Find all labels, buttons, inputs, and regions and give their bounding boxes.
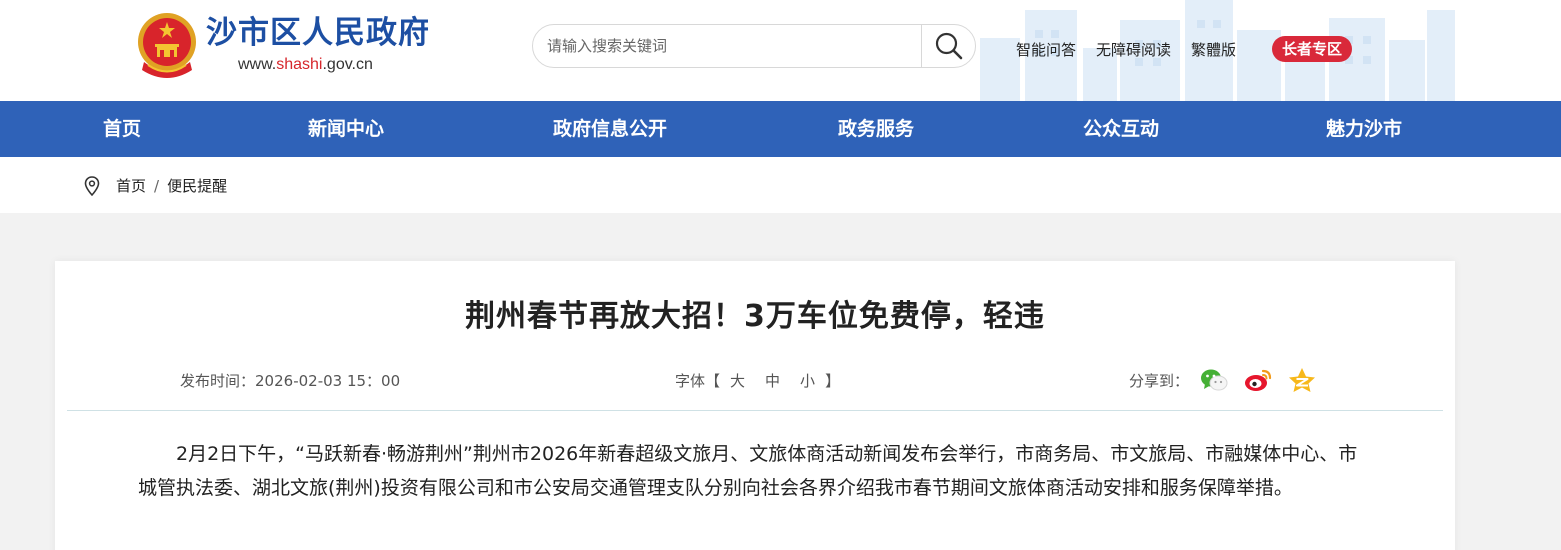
article-card: 荆州春节再放大招！3万车位免费停，轻违 发布时间：2026-02-03 15：0… xyxy=(55,261,1455,550)
breadcrumb-separator: / xyxy=(154,176,160,195)
publish-label: 发布时间： xyxy=(180,372,256,390)
location-pin-icon xyxy=(84,175,100,196)
publish-time: 2026-02-03 15：00 xyxy=(255,372,401,390)
wechat-icon[interactable] xyxy=(1199,366,1229,394)
nav-item-charming-shashi[interactable]: 魅力沙市 xyxy=(1326,101,1402,157)
link-smart-qa[interactable]: 智能问答 xyxy=(1016,39,1076,60)
link-traditional-chinese[interactable]: 繁體版 xyxy=(1191,39,1236,60)
site-header: 沙市区人民政府 www.shashi.gov.cn 智能问答 无障碍阅读 繁體版… xyxy=(0,0,1561,101)
article-title: 荆州春节再放大招！3万车位免费停，轻违 xyxy=(465,299,1045,334)
site-logo[interactable]: 沙市区人民政府 www.shashi.gov.cn xyxy=(134,10,430,78)
search-box xyxy=(532,24,976,68)
breadcrumb: 首页 / 便民提醒 xyxy=(84,175,227,196)
breadcrumb-home-link[interactable]: 首页 xyxy=(116,175,146,196)
font-size-control: 字体【大 中 小】 xyxy=(675,370,840,391)
qzone-icon[interactable] xyxy=(1287,366,1317,394)
site-url: www.shashi.gov.cn xyxy=(238,55,373,73)
weibo-icon[interactable] xyxy=(1243,366,1273,394)
font-size-close: 】 xyxy=(825,372,841,390)
nav-item-news[interactable]: 新闻中心 xyxy=(308,101,384,157)
search-button[interactable] xyxy=(921,25,976,67)
search-icon xyxy=(935,32,963,60)
search-input[interactable] xyxy=(533,25,921,67)
national-emblem-icon xyxy=(138,13,196,78)
meta-divider xyxy=(67,410,1443,411)
nav-item-home[interactable]: 首页 xyxy=(103,101,141,157)
nav-item-gov-info[interactable]: 政府信息公开 xyxy=(553,101,667,157)
publish-info: 发布时间：2026-02-03 15：00 xyxy=(180,370,400,391)
font-size-label: 字体【 xyxy=(675,372,721,390)
article-paragraph: 2月2日下午，“马跃新春·畅游荆州”荆州市2026年新春超级文旅月、文旅体商活动… xyxy=(138,443,1358,499)
share-label: 分享到： xyxy=(1129,371,1190,390)
breadcrumb-bar: 首页 / 便民提醒 xyxy=(0,157,1561,213)
font-size-large[interactable]: 大 xyxy=(730,372,745,390)
nav-item-gov-services[interactable]: 政务服务 xyxy=(838,101,914,157)
main-nav: 首页 新闻中心 政府信息公开 政务服务 公众互动 魅力沙市 xyxy=(0,101,1561,157)
font-size-medium[interactable]: 中 xyxy=(765,372,780,390)
article-meta: 发布时间：2026-02-03 15：00 字体【大 中 小】 分享到： xyxy=(55,366,1455,396)
site-title: 沙市区人民政府 xyxy=(206,14,430,51)
elder-zone-button[interactable]: 长者专区 xyxy=(1272,36,1353,62)
share-bar: 分享到： xyxy=(1129,366,1317,394)
font-size-small[interactable]: 小 xyxy=(800,372,815,390)
top-links: 智能问答 无障碍阅读 繁體版 长者专区 xyxy=(1016,36,1353,62)
breadcrumb-current-link[interactable]: 便民提醒 xyxy=(167,175,227,196)
nav-item-public-interaction[interactable]: 公众互动 xyxy=(1083,101,1159,157)
link-accessible-reading[interactable]: 无障碍阅读 xyxy=(1096,39,1171,60)
